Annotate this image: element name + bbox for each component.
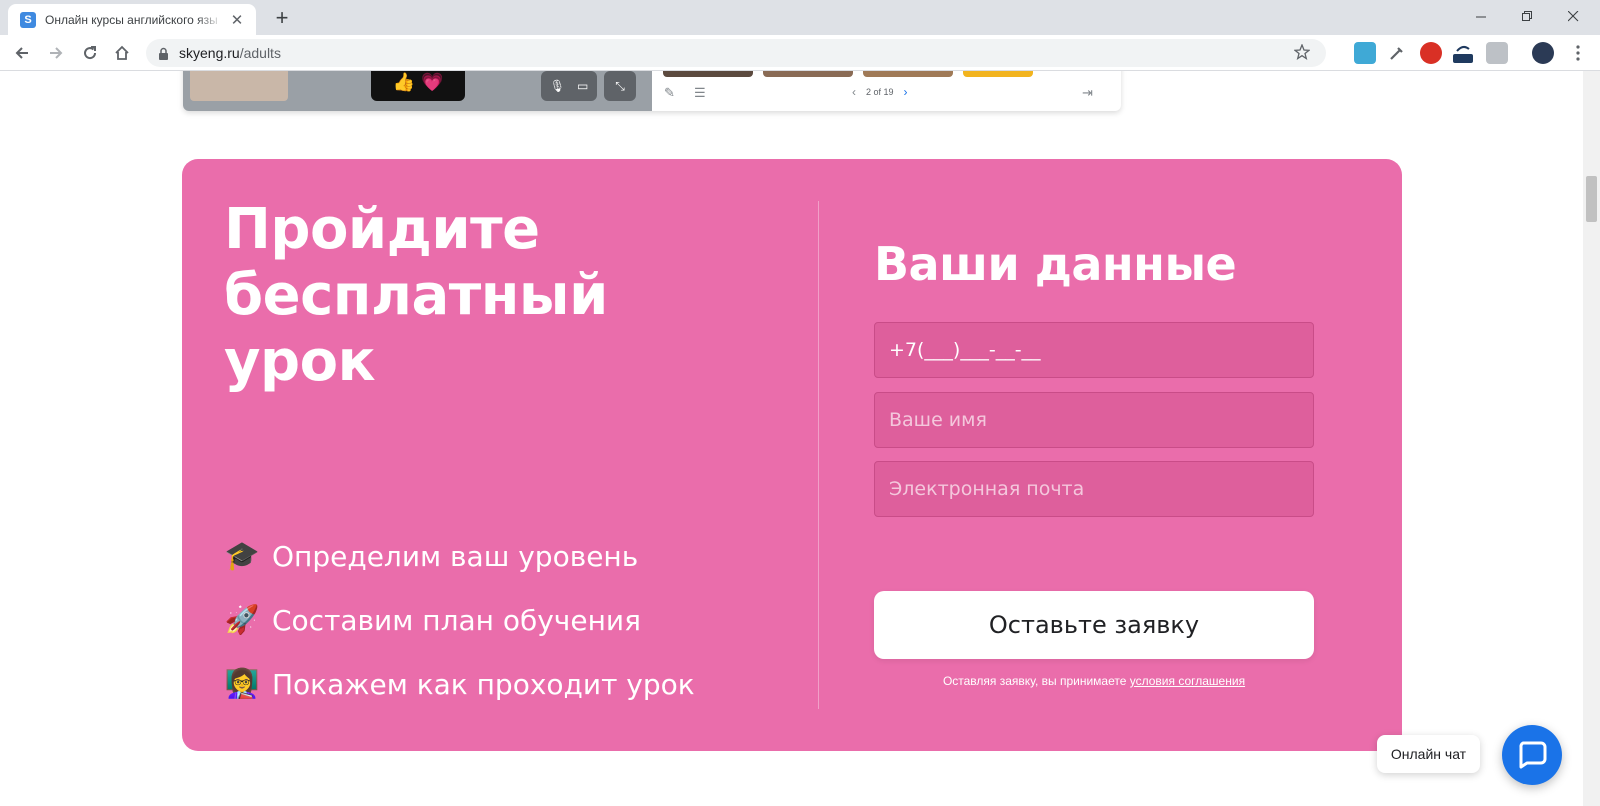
teacher-icon: 👩‍🏫 (224, 668, 260, 699)
email-field[interactable] (874, 461, 1314, 517)
exit-icon[interactable]: ⇥ (1082, 85, 1098, 101)
benefit-item: 🎓 Определим ваш уровень (224, 524, 695, 588)
forward-button[interactable] (42, 39, 70, 67)
free-lesson-card: Пройдите бесплатный урок 🎓 Определим ваш… (182, 159, 1402, 751)
extension-adblock-icon[interactable] (1420, 42, 1442, 64)
submit-request-button[interactable]: Оставьте заявку (874, 591, 1314, 659)
url-host: skyeng.ru (179, 45, 240, 61)
benefits-list: 🎓 Определим ваш уровень 🚀 Составим план … (224, 524, 695, 716)
graduation-cap-icon: 🎓 (224, 540, 260, 571)
page-scrollbar[interactable] (1583, 71, 1600, 806)
collapse-icon: ⤡ (615, 78, 625, 93)
more-vertical-icon (1576, 45, 1580, 61)
extension-eyedropper-icon[interactable] (1386, 42, 1408, 64)
pencil-icon[interactable]: ✎ (664, 85, 680, 101)
benefit-text: Составим план обучения (272, 603, 641, 637)
browser-toolbar: skyeng.ru/adults (0, 35, 1600, 71)
home-icon (115, 45, 129, 60)
close-tab-icon[interactable]: ✕ (228, 11, 246, 29)
av-controls: 🎙 ▭ (541, 71, 597, 101)
microphone-icon[interactable]: 🎙 (550, 79, 565, 93)
benefit-text: Покажем как проходит урок (272, 667, 695, 701)
chevron-left-icon[interactable]: ‹ (852, 85, 856, 99)
student-video-thumbnail (190, 71, 288, 101)
extension-translate-icon[interactable] (1354, 42, 1376, 64)
camera-icon[interactable]: ▭ (577, 79, 588, 93)
tab-strip: S Онлайн курсы английского язы ✕ + (0, 0, 1600, 35)
form-title: Ваши данные (874, 237, 1237, 291)
address-bar[interactable]: skyeng.ru/adults (146, 39, 1326, 67)
back-button[interactable] (8, 39, 36, 67)
benefit-text: Определим ваш уровень (272, 539, 639, 573)
minimize-window-button[interactable] (1458, 4, 1504, 28)
extension-timer-icon[interactable] (1452, 42, 1474, 64)
benefit-item: 🚀 Составим план обучения (224, 588, 695, 652)
tab-title: Онлайн курсы английского язы (45, 12, 218, 27)
lesson-preview: 👍 💗 🎙 ▭ ⤡ ✎ ☰ ‹ 2 of 19 › ⇥ (183, 71, 1121, 111)
browser-tab[interactable]: S Онлайн курсы английского язы ✕ (8, 4, 256, 35)
thumbs-up-icon: 👍 (392, 71, 415, 92)
terms-link[interactable]: условия соглашения (1130, 674, 1245, 688)
arrow-left-icon (15, 47, 28, 59)
card-divider (818, 201, 819, 709)
consent-label: Оставляя заявку, вы принимаете (942, 674, 1130, 688)
lesson-toolbar: ✎ ☰ ‹ 2 of 19 › ⇥ (652, 77, 1121, 111)
arrow-right-icon (50, 47, 63, 59)
collapse-video-button[interactable]: ⤡ (604, 71, 636, 101)
restore-window-button[interactable] (1504, 4, 1550, 28)
consent-text: Оставляя заявку, вы принимаете условия с… (874, 674, 1314, 688)
name-field[interactable] (874, 392, 1314, 448)
phone-field[interactable] (874, 322, 1314, 378)
minimize-icon (1475, 16, 1486, 17)
online-chat-button[interactable] (1502, 725, 1562, 785)
online-chat-label[interactable]: Онлайн чат (1377, 735, 1480, 773)
rocket-icon: 🚀 (224, 604, 260, 635)
scrollbar-thumb[interactable] (1586, 176, 1597, 222)
user-avatar[interactable] (1532, 42, 1554, 64)
reload-button[interactable] (76, 39, 104, 67)
bookmark-star-icon[interactable] (1294, 44, 1310, 60)
lock-icon (159, 47, 168, 60)
restore-icon (1521, 10, 1532, 21)
url-path: /adults (239, 45, 281, 61)
site-favicon: S (20, 11, 36, 28)
reload-icon (84, 46, 97, 60)
close-window-button[interactable] (1550, 4, 1596, 28)
new-tab-button[interactable]: + (270, 7, 294, 31)
heart-sticker-icon: 💗 (421, 71, 444, 92)
home-button[interactable] (108, 39, 136, 67)
chevron-right-icon[interactable]: › (904, 85, 908, 99)
promo-headline: Пройдите бесплатный урок (224, 197, 608, 394)
notes-icon[interactable]: ☰ (694, 85, 710, 101)
page-content: 👍 💗 🎙 ▭ ⤡ ✎ ☰ ‹ 2 of 19 › ⇥ Пройдите бес… (0, 71, 1583, 806)
slide-pager: ‹ 2 of 19 › (852, 85, 908, 99)
reaction-stickers: 👍 💗 (371, 71, 465, 101)
browser-menu-button[interactable] (1564, 39, 1592, 67)
slide-counter: 2 of 19 (866, 87, 894, 97)
video-panel: 👍 💗 🎙 ▭ ⤡ (183, 71, 652, 111)
benefit-item: 👩‍🏫 Покажем как проходит урок (224, 652, 695, 716)
extension-profile-icon[interactable] (1486, 42, 1508, 64)
url-text: skyeng.ru/adults (179, 45, 281, 61)
close-icon (1567, 10, 1578, 21)
chat-bubble-icon (1519, 741, 1547, 769)
